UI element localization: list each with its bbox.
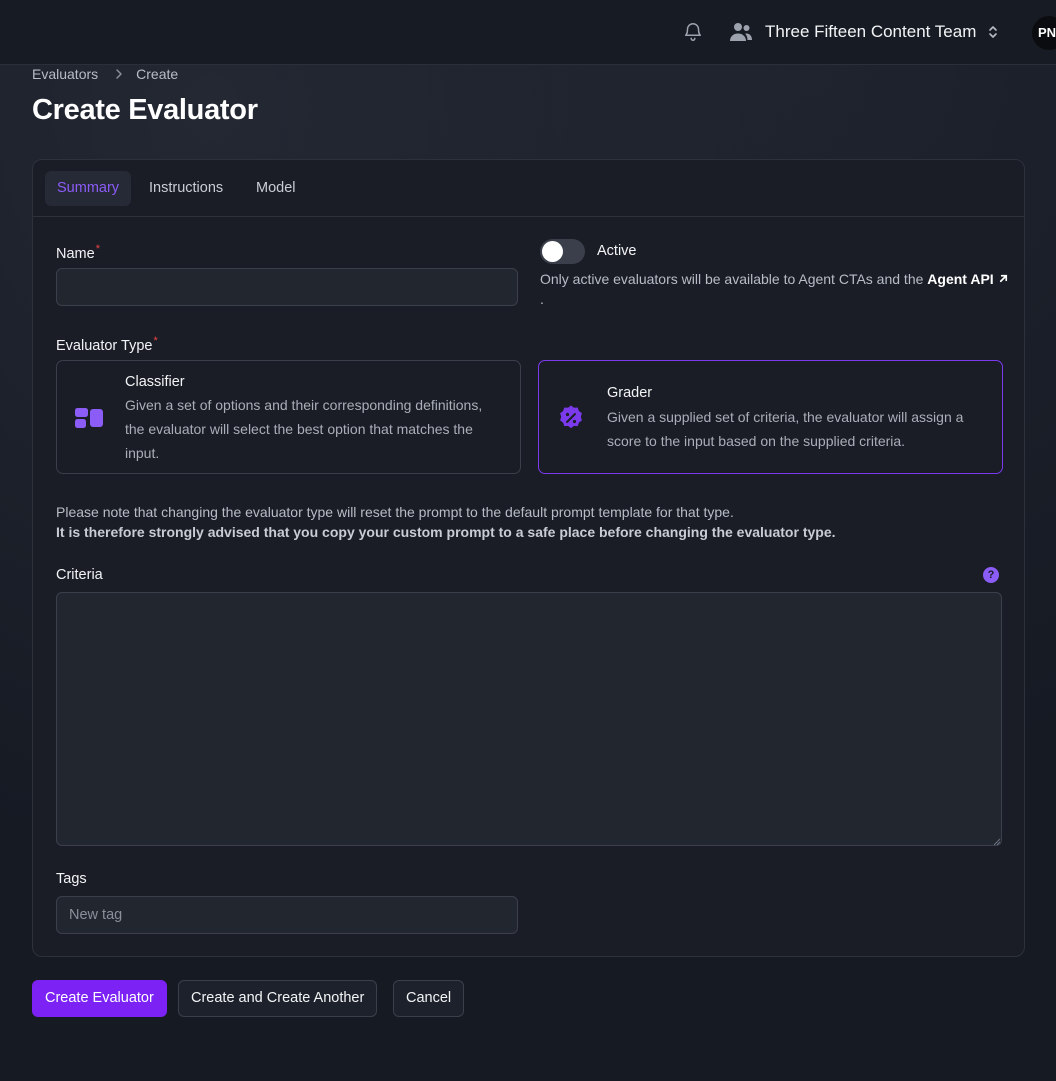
tab-instructions[interactable]: Instructions	[137, 171, 235, 206]
active-label: Active	[597, 243, 637, 259]
active-help-text: Only active evaluators will be available…	[540, 269, 1010, 309]
page-title: Create Evaluator	[32, 94, 258, 126]
team-switcher-label[interactable]: Three Fifteen Content Team	[765, 22, 976, 42]
criteria-label: Criteria	[56, 567, 103, 583]
create-and-create-another-button[interactable]: Create and Create Another	[178, 980, 378, 1017]
evaluator-form-card: Summary Instructions Model Name* Active …	[32, 159, 1025, 957]
name-label: Name*	[56, 243, 100, 262]
tab-summary[interactable]: Summary	[45, 171, 132, 206]
chevron-up-down-icon[interactable]	[986, 22, 1000, 42]
users-icon[interactable]	[729, 21, 753, 43]
grader-option-card[interactable]: Grader Given a supplied set of criteria,…	[538, 360, 1003, 474]
bell-icon[interactable]	[682, 21, 704, 43]
type-change-warning: Please note that changing the evaluator …	[56, 502, 996, 542]
required-asterisk: *	[95, 243, 100, 255]
chevron-right-icon	[116, 69, 122, 79]
help-icon[interactable]: ?	[983, 567, 999, 583]
warning-line-1: Please note that changing the evaluator …	[56, 504, 734, 520]
breadcrumb: Evaluators Create	[32, 66, 178, 82]
required-asterisk: *	[153, 335, 158, 347]
toggle-knob	[542, 241, 563, 262]
tags-label: Tags	[56, 871, 87, 887]
cancel-button[interactable]: Cancel	[393, 980, 465, 1017]
agent-api-link[interactable]: Agent API	[927, 271, 1008, 287]
create-evaluator-button[interactable]: Create Evaluator	[32, 980, 167, 1017]
breadcrumb-current[interactable]: Create	[136, 66, 178, 82]
criteria-textarea[interactable]	[56, 592, 1002, 846]
tab-model[interactable]: Model	[244, 171, 308, 206]
avatar[interactable]: PN	[1032, 16, 1056, 50]
breadcrumb-evaluators-link[interactable]: Evaluators	[32, 66, 98, 82]
classifier-option-card[interactable]: Classifier Given a set of options and th…	[56, 360, 521, 474]
grader-description: Given a supplied set of criteria, the ev…	[607, 409, 964, 449]
name-input[interactable]	[56, 268, 518, 306]
classifier-icon	[75, 408, 103, 428]
grader-title: Grader	[607, 385, 653, 401]
top-bar: Three Fifteen Content Team PN	[0, 0, 1056, 65]
tags-input[interactable]	[56, 896, 518, 934]
evaluator-type-label: Evaluator Type*	[56, 335, 158, 354]
warning-line-2: It is therefore strongly advised that yo…	[56, 524, 836, 540]
external-link-icon	[999, 274, 1007, 283]
classifier-title: Classifier	[125, 374, 185, 390]
active-toggle[interactable]	[540, 239, 585, 264]
grader-percent-icon	[560, 405, 582, 429]
classifier-description: Given a set of options and their corresp…	[125, 397, 483, 461]
tab-bar: Summary Instructions Model	[33, 160, 1024, 217]
resize-handle-icon[interactable]	[991, 836, 1001, 846]
